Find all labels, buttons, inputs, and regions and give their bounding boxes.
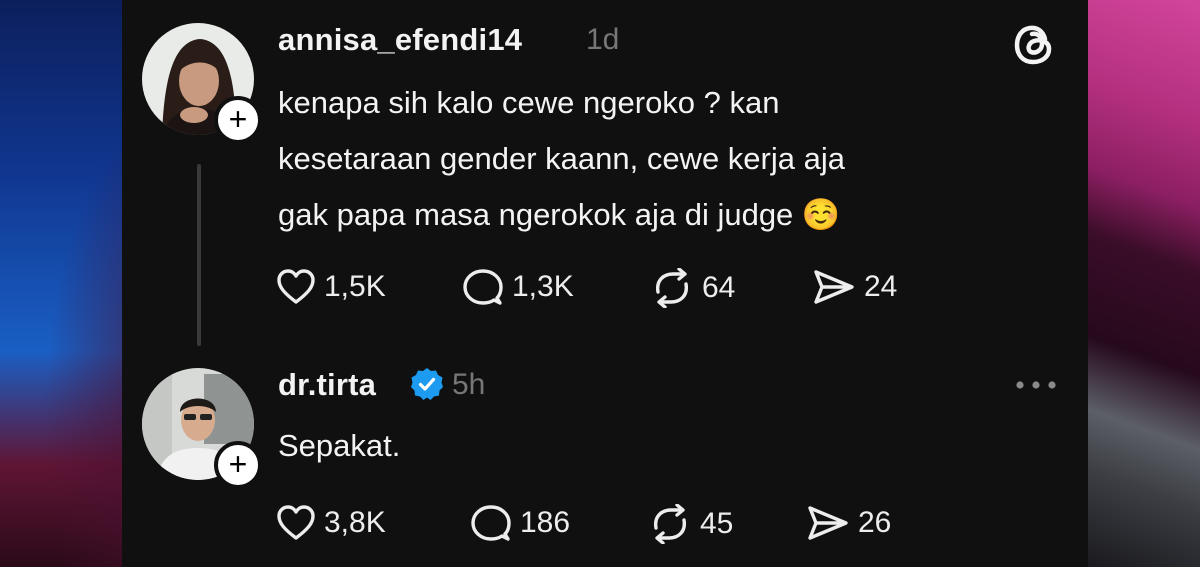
send-icon [814, 270, 854, 304]
heart-icon [277, 505, 315, 540]
reply-count: 1,3K [512, 270, 574, 303]
threads-logo-icon[interactable] [1012, 20, 1058, 73]
post-text-line: kenapa sih kalo cewe ngeroko ? kan [278, 85, 780, 120]
like-button[interactable]: 3,8K [276, 504, 386, 542]
reply-button[interactable]: 1,3K [462, 268, 574, 306]
desktop-wallpaper-right [1088, 0, 1200, 567]
plus-icon: + [228, 445, 248, 482]
reply-count: 186 [520, 506, 571, 539]
post-username[interactable]: annisa_efendi14 [278, 22, 522, 58]
post-username[interactable]: dr.tirta [278, 367, 376, 403]
share-count: 26 [858, 506, 892, 539]
repost-count: 64 [702, 271, 736, 304]
like-count: 1,5K [324, 270, 386, 303]
share-button[interactable]: 24 [812, 268, 897, 306]
post-text: kenapa sih kalo cewe ngeroko ? kan keset… [278, 75, 1038, 243]
post-timestamp: 5h [452, 368, 486, 401]
repost-button[interactable]: 64 [650, 268, 735, 308]
heart-icon [277, 269, 315, 304]
more-options-icon[interactable] [1014, 378, 1058, 396]
post-text-line: gak papa masa ngerokok aja di judge ☺️ [278, 197, 841, 232]
like-count: 3,8K [324, 506, 386, 539]
repost-icon [653, 504, 687, 544]
follow-button[interactable]: + [214, 96, 262, 144]
verified-badge-icon [410, 367, 444, 406]
desktop-wallpaper-left [0, 0, 122, 567]
like-button[interactable]: 1,5K [276, 268, 386, 306]
follow-button[interactable]: + [214, 441, 262, 489]
share-button[interactable]: 26 [806, 504, 891, 542]
repost-count: 45 [700, 507, 734, 540]
repost-button[interactable]: 45 [648, 504, 733, 544]
comment-icon [471, 505, 511, 541]
post-text-line: kesetaraan gender kaann, cewe kerja aja [278, 141, 845, 176]
plus-icon: + [228, 100, 248, 137]
send-icon [808, 506, 848, 540]
reply-button[interactable]: 186 [470, 504, 570, 542]
comment-icon [463, 269, 503, 305]
thread-connector-line [197, 164, 201, 346]
share-count: 24 [864, 270, 898, 303]
repost-icon [655, 268, 689, 308]
post-timestamp: 1d [586, 23, 620, 56]
post-text: Sepakat. [278, 428, 401, 463]
